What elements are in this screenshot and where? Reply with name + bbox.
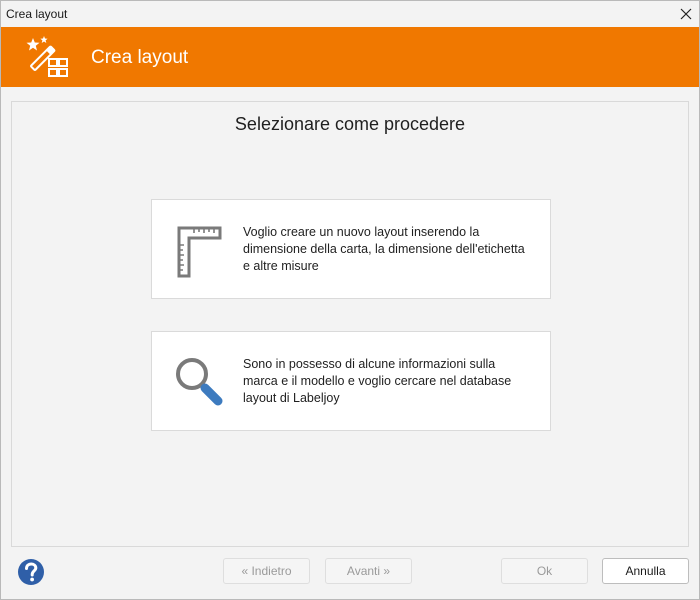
option-new-layout-text: Voglio creare un nuovo layout inserendo … xyxy=(243,225,525,273)
window-title: Crea layout xyxy=(6,7,68,21)
page-title: Selezionare come procedere xyxy=(234,114,466,134)
magnifier-icon xyxy=(176,358,223,406)
help-button[interactable] xyxy=(17,558,45,586)
cancel-button[interactable]: Annulla xyxy=(602,558,689,584)
back-button[interactable]: « Indietro xyxy=(223,558,310,584)
header-title: Crea layout xyxy=(91,47,189,68)
close-icon xyxy=(680,8,692,20)
content-panel: Selezionare come procedere Voglio creare… xyxy=(11,101,689,547)
ok-button[interactable]: Ok xyxy=(501,558,588,584)
close-button[interactable] xyxy=(673,1,699,27)
header-banner: Crea layout xyxy=(1,27,699,87)
option-new-layout[interactable]: Voglio creare un nuovo layout inserendo … xyxy=(151,199,551,299)
magic-wand-grid-icon xyxy=(26,36,68,77)
title-bar: Crea layout xyxy=(1,1,699,27)
dialog-window: Crea layout Crea layout Selezionare come xyxy=(0,0,700,600)
help-icon xyxy=(18,559,44,585)
option-search-database-text: Sono in possesso di alcune informazioni … xyxy=(243,357,512,405)
next-button[interactable]: Avanti » xyxy=(325,558,412,584)
option-search-database[interactable]: Sono in possesso di alcune informazioni … xyxy=(151,331,551,431)
ruler-square-icon xyxy=(177,226,222,278)
